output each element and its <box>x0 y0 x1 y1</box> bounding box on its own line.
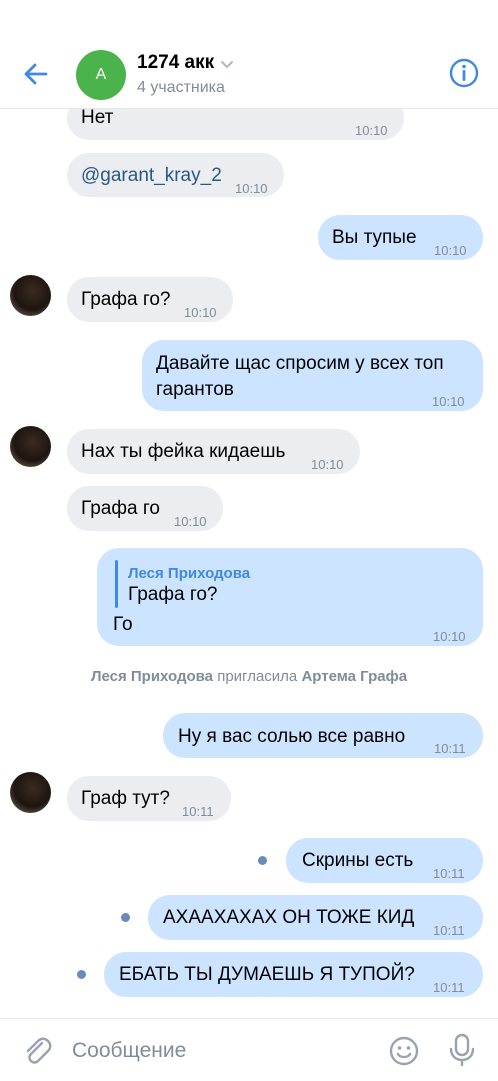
message-time: 10:10 <box>311 457 344 472</box>
message-text: Го <box>113 614 133 635</box>
message-text: Графа го <box>81 498 160 519</box>
sender-avatar[interactable] <box>10 275 51 316</box>
message-bubble-incoming[interactable]: @garant_kray_2 10:10 <box>67 153 284 197</box>
chat-avatar[interactable]: A <box>76 50 126 100</box>
message-text: АХААХАХАХ ОН ТОЖЕ КИД <box>163 907 415 928</box>
message-bubble-outgoing[interactable]: АХААХАХАХ ОН ТОЖЕ КИД 10:11 <box>148 895 483 940</box>
message-bubble-outgoing[interactable]: Вы тупые 10:10 <box>318 215 483 260</box>
message-time: 10:10 <box>174 514 207 529</box>
chat-avatar-letter: A <box>95 66 107 83</box>
chat-participants-count: 4 участника <box>137 79 225 96</box>
message-bubble-outgoing[interactable]: Ну я вас солью все равно 10:11 <box>163 713 483 758</box>
message-time: 10:11 <box>182 804 214 819</box>
paperclip-icon[interactable] <box>22 1035 52 1067</box>
reply-quoted-text: Графа го? <box>128 584 218 605</box>
unread-indicator <box>121 913 130 922</box>
system-action: пригласила <box>217 668 298 685</box>
smile-icon[interactable] <box>388 1035 420 1067</box>
sender-avatar[interactable] <box>10 426 51 467</box>
message-bubble-outgoing-reply[interactable]: Леся Приходова Графа го? Го 10:10 <box>97 548 483 646</box>
message-text-line-1: Давайте щас спросим у всех топ <box>156 353 444 374</box>
message-time: 10:10 <box>184 305 217 320</box>
message-time: 10:11 <box>433 923 465 938</box>
unread-indicator <box>77 970 86 979</box>
system-message: Леся Приходова пригласила Артема Графа <box>0 668 498 685</box>
microphone-icon[interactable] <box>448 1033 476 1067</box>
message-bubble-incoming[interactable]: Графа го 10:10 <box>67 486 223 531</box>
message-text: Скрины есть <box>302 850 414 871</box>
message-text: Нах ты фейка кидаешь <box>81 441 286 462</box>
message-composer: Сообщение <box>0 1018 498 1081</box>
chevron-down-icon[interactable] <box>220 60 234 70</box>
message-bubble-incoming[interactable]: Графа го? 10:10 <box>67 277 233 322</box>
message-time: 10:11 <box>433 866 465 881</box>
message-text: Ну я вас солью все равно <box>178 726 406 747</box>
chat-title[interactable]: 1274 акк <box>137 52 214 74</box>
message-text: Графа го? <box>81 289 171 310</box>
system-target[interactable]: Артема Графа <box>301 668 407 685</box>
message-time: 10:10 <box>355 123 388 138</box>
message-bubble-incoming[interactable]: Нах ты фейка кидаешь 10:10 <box>67 429 360 474</box>
message-time: 10:10 <box>433 629 466 644</box>
message-text: ЕБАТЬ ТЫ ДУМАЕШЬ Я ТУПОЙ? <box>119 964 415 985</box>
message-time: 10:10 <box>432 394 465 409</box>
message-text: Вы тупые <box>332 227 417 248</box>
message-bubble-outgoing[interactable]: ЕБАТЬ ТЫ ДУМАЕШЬ Я ТУПОЙ? 10:11 <box>104 952 483 997</box>
message-input[interactable]: Сообщение <box>72 1039 186 1063</box>
back-arrow-icon[interactable] <box>20 58 52 90</box>
sender-avatar[interactable] <box>10 772 51 813</box>
info-icon[interactable] <box>448 57 480 89</box>
system-actor[interactable]: Леся Приходова <box>91 668 213 685</box>
message-text: Нет <box>81 107 114 128</box>
message-time: 10:10 <box>235 181 268 196</box>
message-bubble-incoming[interactable]: Граф тут? 10:11 <box>67 776 231 821</box>
message-text-line-2: гарантов <box>156 379 234 400</box>
message-text: Граф тут? <box>81 788 170 809</box>
message-bubble-outgoing[interactable]: Давайте щас спросим у всех топ гарантов … <box>142 340 483 411</box>
unread-indicator <box>258 856 267 865</box>
message-time: 10:10 <box>434 243 467 258</box>
chat-header: A 1274 акк 4 участника <box>0 0 498 109</box>
reply-quote-bar <box>115 560 118 608</box>
message-time: 10:11 <box>434 741 466 756</box>
mention-link[interactable]: @garant_kray_2 <box>81 164 222 188</box>
message-bubble-outgoing[interactable]: Скрины есть 10:11 <box>286 838 483 883</box>
message-time: 10:11 <box>433 980 465 995</box>
